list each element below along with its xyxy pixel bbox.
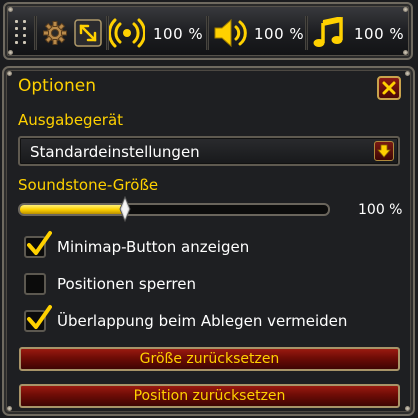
close-button[interactable] bbox=[377, 76, 401, 100]
gear-icon[interactable] bbox=[42, 20, 68, 46]
checkbox-row-avoid-overlap[interactable]: Überlappung beim Ablegen vermeiden bbox=[24, 305, 404, 336]
rivet bbox=[7, 71, 12, 76]
speaker-icon[interactable] bbox=[212, 17, 248, 49]
reset-size-button[interactable]: Größe zurücksetzen bbox=[19, 347, 400, 371]
rivet bbox=[405, 406, 410, 411]
music-volume-value: 100 % bbox=[354, 25, 405, 43]
checkbox-row-lock-positions[interactable]: Positionen sperren bbox=[24, 273, 404, 299]
rivet bbox=[7, 406, 12, 411]
toolbar-divider bbox=[34, 16, 37, 50]
toolbar-divider bbox=[206, 16, 209, 50]
minimap-button-label: Minimap-Button anzeigen bbox=[57, 238, 250, 256]
arrow-down-icon bbox=[377, 144, 391, 158]
panel-title: Optionen bbox=[18, 76, 96, 96]
size-slider[interactable] bbox=[18, 203, 330, 216]
music-note-icon[interactable] bbox=[312, 17, 346, 49]
sound-volume-value: 100 % bbox=[254, 25, 305, 43]
checkmark-icon bbox=[27, 305, 52, 329]
output-device-label: Ausgabegerät bbox=[18, 111, 124, 129]
toolbar-divider bbox=[305, 16, 308, 50]
avoid-overlap-label: Überlappung beim Ablegen vermeiden bbox=[57, 312, 348, 330]
size-slider-thumb[interactable] bbox=[119, 196, 131, 222]
checkbox-row-minimap[interactable]: Minimap-Button anzeigen bbox=[24, 231, 404, 262]
rivet bbox=[8, 7, 13, 12]
lock-positions-label: Positionen sperren bbox=[57, 275, 196, 293]
size-label: Soundstone-Größe bbox=[18, 176, 159, 194]
close-x-icon bbox=[382, 81, 396, 95]
rivet bbox=[403, 7, 408, 12]
rivet bbox=[403, 50, 408, 55]
resize-arrows-icon[interactable] bbox=[74, 19, 102, 47]
rivet bbox=[8, 50, 13, 55]
checkmark-icon bbox=[27, 231, 52, 255]
reset-position-button[interactable]: Position zurücksetzen bbox=[19, 384, 400, 408]
grip-dots-icon[interactable] bbox=[14, 20, 30, 44]
lock-positions-checkbox[interactable] bbox=[24, 273, 46, 295]
output-device-dropdown[interactable]: Standardeinstellungen bbox=[18, 136, 400, 166]
size-value: 100 % bbox=[358, 202, 403, 218]
ambience-volume-value: 100 % bbox=[153, 25, 204, 43]
volume-toolbar: 100 % 100 % 100 % bbox=[3, 2, 413, 60]
rivet bbox=[405, 71, 410, 76]
size-slider-fill bbox=[20, 205, 125, 214]
dropdown-button[interactable] bbox=[374, 141, 394, 161]
broadcast-signal-icon[interactable] bbox=[109, 17, 145, 49]
output-device-selected: Standardeinstellungen bbox=[30, 143, 200, 161]
